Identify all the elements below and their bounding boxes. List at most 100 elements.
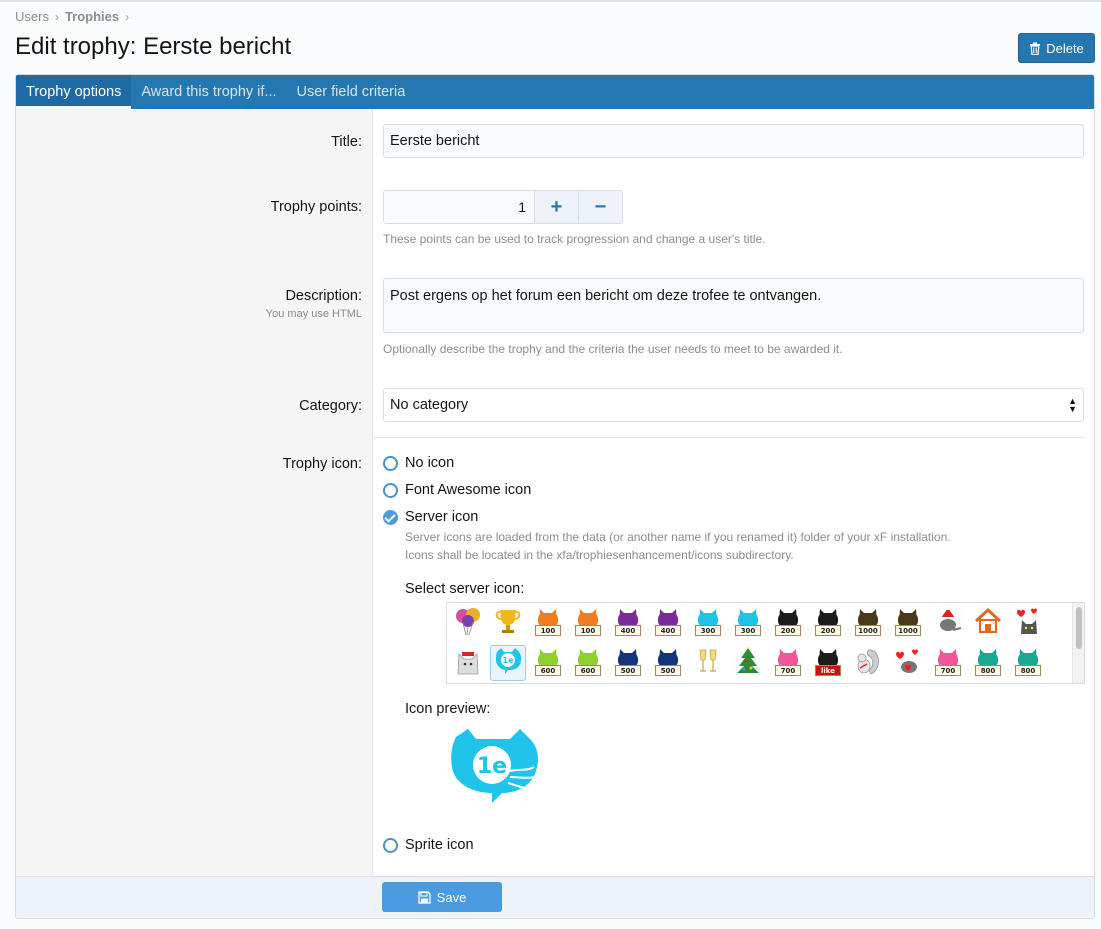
server-icon-option[interactable]: 100 bbox=[530, 605, 566, 641]
server-icon-option[interactable]: 800 bbox=[970, 645, 1006, 681]
cat-sign-text: 400 bbox=[615, 625, 641, 636]
server-icon-option[interactable]: 1000 bbox=[850, 605, 886, 641]
server-icon-option[interactable] bbox=[450, 645, 486, 681]
cat-sign-icon: 700 bbox=[935, 649, 961, 677]
delete-label: Delete bbox=[1046, 40, 1084, 56]
breadcrumb-trophies[interactable]: Trophies bbox=[65, 9, 119, 24]
server-icon-option[interactable]: 200 bbox=[810, 605, 846, 641]
cat-sign-text: 500 bbox=[615, 665, 641, 676]
radio-server-icon[interactable]: Server icon bbox=[383, 509, 478, 525]
cat-sign-icon: 400 bbox=[655, 609, 681, 637]
cat-sign-text: 700 bbox=[775, 665, 801, 676]
title-label: Title: bbox=[331, 134, 362, 150]
breadcrumb-users[interactable]: Users bbox=[15, 9, 49, 24]
server-icon-option[interactable] bbox=[930, 605, 966, 641]
cat-sign-text: like bbox=[815, 665, 841, 676]
points-hint: These points can be used to track progre… bbox=[383, 232, 766, 246]
radio-sprite-icon-label: Sprite icon bbox=[405, 837, 474, 853]
cat-sign-text: 1000 bbox=[855, 625, 881, 636]
radio-fa-icon[interactable]: Font Awesome icon bbox=[383, 482, 531, 498]
santa-icon bbox=[933, 605, 963, 641]
server-icon-option[interactable] bbox=[450, 605, 486, 641]
radio-sprite-icon[interactable]: Sprite icon bbox=[383, 837, 474, 853]
server-icon-option[interactable]: 400 bbox=[610, 605, 646, 641]
tree-icon bbox=[733, 645, 763, 681]
cat-sign-icon: 500 bbox=[615, 649, 641, 677]
server-icon-option[interactable]: 400 bbox=[650, 605, 686, 641]
server-icon-option[interactable]: 500 bbox=[610, 645, 646, 681]
server-icon-option[interactable]: 700 bbox=[930, 645, 966, 681]
server-icon-option[interactable]: 200 bbox=[770, 605, 806, 641]
cat-sign-text: 600 bbox=[575, 665, 601, 676]
hearts-cat-icon bbox=[1013, 606, 1043, 641]
category-select[interactable]: No category ▲ ▼ bbox=[383, 388, 1084, 422]
server-icon-option[interactable] bbox=[490, 605, 526, 641]
cat-sign-text: 300 bbox=[735, 625, 761, 636]
description-textarea[interactable]: Post ergens op het forum een bericht om … bbox=[383, 278, 1084, 333]
server-icon-option[interactable]: 600 bbox=[530, 645, 566, 681]
bubble-icon: 1e bbox=[493, 646, 523, 681]
house-icon bbox=[973, 606, 1003, 641]
save-button[interactable]: Save bbox=[382, 882, 502, 912]
top-divider bbox=[0, 0, 1101, 2]
server-explain-1: Server icons are loaded from the data (o… bbox=[405, 530, 951, 544]
tab-user-field-criteria[interactable]: User field criteria bbox=[287, 75, 416, 109]
grid-scrollbar[interactable] bbox=[1072, 603, 1084, 683]
cup-icon bbox=[494, 607, 522, 640]
white-cat-icon bbox=[453, 646, 483, 681]
points-stepper: 1 + − bbox=[383, 190, 623, 224]
server-icon-option[interactable]: 700 bbox=[770, 645, 806, 681]
server-icon-option[interactable] bbox=[690, 645, 726, 681]
trash-icon bbox=[1030, 42, 1041, 55]
chevron-right-icon: › bbox=[125, 9, 130, 24]
radio-no-icon[interactable]: No icon bbox=[383, 455, 454, 471]
plus-button[interactable]: + bbox=[534, 191, 578, 223]
cat-sign-icon: 1000 bbox=[895, 609, 921, 637]
server-icon-option[interactable]: 1e bbox=[490, 645, 526, 681]
server-icon-option[interactable] bbox=[1010, 605, 1046, 641]
balloons-icon bbox=[453, 606, 483, 641]
tab-trophy-options[interactable]: Trophy options bbox=[16, 75, 132, 109]
select-arrows-icon: ▲ ▼ bbox=[1068, 396, 1077, 414]
cat-sign-text: 800 bbox=[1015, 665, 1041, 676]
delete-button[interactable]: Delete bbox=[1018, 33, 1095, 63]
server-icon-option[interactable]: 600 bbox=[570, 645, 606, 681]
squirrel-icon bbox=[853, 646, 883, 681]
cat-sign-icon: 800 bbox=[975, 649, 1001, 677]
section-divider bbox=[374, 437, 1084, 438]
minus-button[interactable]: − bbox=[578, 191, 622, 223]
radio-circle-icon bbox=[383, 837, 398, 853]
title-input[interactable]: Eerste bericht bbox=[383, 124, 1084, 158]
select-server-icon-label: Select server icon: bbox=[405, 581, 525, 597]
chevron-right-icon: › bbox=[54, 9, 59, 24]
tab-award-criteria[interactable]: Award this trophy if... bbox=[131, 75, 286, 109]
cat-sign-icon: 100 bbox=[535, 609, 561, 637]
server-icon-option[interactable]: 300 bbox=[730, 605, 766, 641]
server-icon-option[interactable] bbox=[850, 645, 886, 681]
server-icon-option[interactable]: 300 bbox=[690, 605, 726, 641]
cat-sign-text: 700 bbox=[935, 665, 961, 676]
cat-sign-icon: 400 bbox=[615, 609, 641, 637]
love-icon bbox=[893, 646, 923, 681]
server-icon-option[interactable]: 500 bbox=[650, 645, 686, 681]
save-label: Save bbox=[436, 889, 467, 905]
server-icon-option[interactable]: 1000 bbox=[890, 605, 926, 641]
server-icon-option[interactable]: like bbox=[810, 645, 846, 681]
server-icon-option[interactable] bbox=[730, 645, 766, 681]
cat-sign-icon: 200 bbox=[815, 609, 841, 637]
icon-preview-cat-bubble-icon: 1e bbox=[451, 729, 538, 803]
server-icon-option[interactable] bbox=[970, 605, 1006, 641]
description-sublabel: You may use HTML bbox=[265, 308, 362, 320]
icon-label: Trophy icon: bbox=[282, 456, 362, 472]
cat-sign-icon: 600 bbox=[535, 649, 561, 677]
cat-sign-icon: 1000 bbox=[855, 609, 881, 637]
points-label: Trophy points: bbox=[270, 199, 362, 215]
server-icon-option[interactable]: 100 bbox=[570, 605, 606, 641]
server-icon-option[interactable]: 800 bbox=[1010, 645, 1046, 681]
cat-sign-icon: 300 bbox=[695, 609, 721, 637]
grid-scrollbar-thumb[interactable] bbox=[1076, 607, 1082, 649]
cat-sign-text: 300 bbox=[695, 625, 721, 636]
server-icon-option[interactable] bbox=[890, 645, 926, 681]
cat-sign-text: 500 bbox=[655, 665, 681, 676]
points-input[interactable]: 1 bbox=[384, 191, 534, 223]
